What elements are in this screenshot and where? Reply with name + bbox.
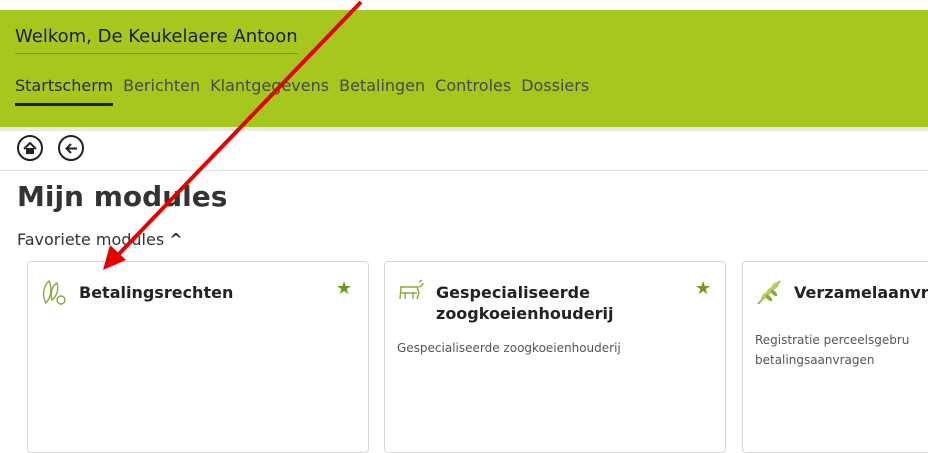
divider xyxy=(0,127,928,131)
module-card-zoogkoeienhouderij[interactable]: Gespecialiseerde zoogkoeienhouderij ★ Ge… xyxy=(384,261,726,453)
home-icon xyxy=(23,141,37,154)
module-card-verzamelaanvraag[interactable]: Verzamelaanvra Registratie perceelsgebru… xyxy=(742,261,928,453)
card-description: Gespecialiseerde zoogkoeienhouderij xyxy=(397,341,621,355)
tab-controles[interactable]: Controles xyxy=(435,76,511,106)
home-button[interactable] xyxy=(17,135,43,161)
favorite-star-icon[interactable]: ★ xyxy=(695,278,711,299)
page-title: Mijn modules xyxy=(17,180,228,213)
favorite-star-icon[interactable]: ★ xyxy=(336,278,352,299)
tab-betalingen[interactable]: Betalingen xyxy=(339,76,425,106)
tab-dossiers[interactable]: Dossiers xyxy=(521,76,589,106)
card-title: Betalingsrechten xyxy=(79,283,234,302)
card-description: Registratie perceelsgebru betalingsaanvr… xyxy=(755,333,910,367)
seed-icon xyxy=(42,279,66,305)
toolbar xyxy=(0,127,928,171)
wheat-icon xyxy=(757,280,781,305)
header: Welkom, De Keukelaere Antoon Startscherm… xyxy=(0,10,928,127)
module-card-betalingsrechten[interactable]: Betalingsrechten ★ xyxy=(27,261,369,453)
tab-berichten[interactable]: Berichten xyxy=(123,76,200,106)
welcome-text: Welkom, De Keukelaere Antoon xyxy=(15,26,298,54)
tab-klantgegevens[interactable]: Klantgegevens xyxy=(210,76,329,106)
tab-startscherm[interactable]: Startscherm xyxy=(15,76,114,106)
back-arrow-icon xyxy=(64,142,77,154)
card-title: Verzamelaanvra xyxy=(794,283,928,302)
back-button[interactable] xyxy=(58,135,84,161)
main-nav: Startscherm Berichten Klantgegevens Beta… xyxy=(15,76,589,106)
card-title: Gespecialiseerde zoogkoeienhouderij xyxy=(436,283,614,323)
favorites-label: Favoriete modules xyxy=(17,230,165,249)
favorites-header[interactable]: Favoriete modules ^ xyxy=(17,230,183,249)
chevron-up-icon: ^ xyxy=(169,230,183,249)
top-strip xyxy=(0,0,928,10)
cow-icon xyxy=(399,279,424,300)
